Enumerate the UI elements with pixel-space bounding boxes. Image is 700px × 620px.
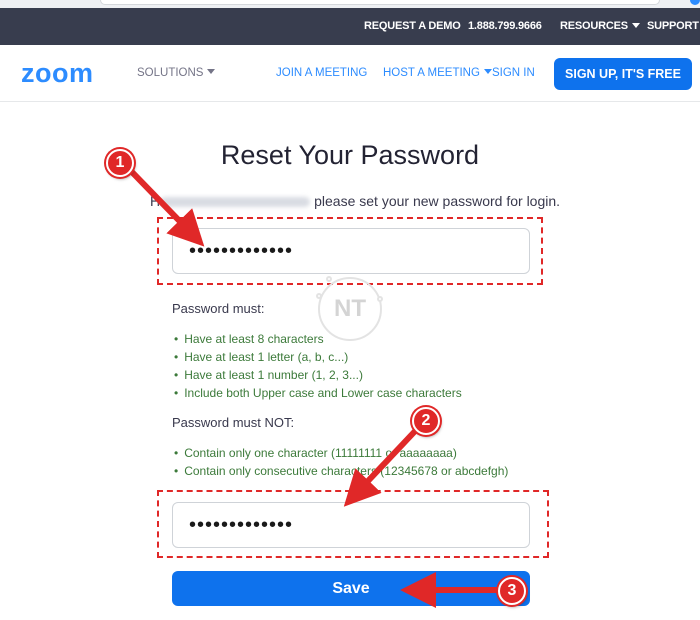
watermark-dot: [377, 296, 383, 302]
rule-item: Include both Upper case and Lower case c…: [174, 384, 462, 402]
rule-item: Contain only consecutive characters (123…: [174, 462, 508, 480]
watermark-dot: [316, 293, 322, 299]
url-field[interactable]: [100, 0, 660, 5]
intro-message: please set your new password for login.: [314, 193, 561, 209]
join-meeting-link[interactable]: JOIN A MEETING: [276, 67, 367, 79]
save-button[interactable]: Save: [172, 571, 530, 606]
nt-watermark-logo: NT: [316, 276, 383, 341]
rule-item: Have at least 1 letter (a, b, c...): [174, 348, 462, 366]
blurred-email: [160, 197, 311, 208]
page: REQUEST A DEMO 1.888.799.9666 RESOURCES …: [0, 0, 700, 620]
host-meeting-menu[interactable]: HOST A MEETING: [383, 67, 492, 79]
password-must-list: Have at least 8 characters Have at least…: [174, 330, 462, 402]
sign-in-link[interactable]: SIGN IN: [492, 67, 535, 79]
resources-menu[interactable]: RESOURCES: [560, 20, 640, 32]
chevron-down-icon: [207, 69, 216, 75]
intro-text: Hplease set your new password for login.: [150, 193, 560, 209]
main-nav: zoom SOLUTIONS JOIN A MEETING HOST A MEE…: [0, 45, 700, 102]
browser-address-bar: [0, 0, 700, 8]
confirm-password-input[interactable]: •••••••••••••: [172, 502, 530, 548]
support-link[interactable]: SUPPORT: [647, 20, 699, 32]
top-utility-bar: REQUEST A DEMO 1.888.799.9666 RESOURCES …: [0, 8, 700, 45]
host-meeting-label: HOST A MEETING: [383, 67, 480, 79]
solutions-menu[interactable]: SOLUTIONS: [137, 67, 216, 79]
password-must-not-label: Password must NOT:: [172, 415, 295, 430]
watermark-dot: [326, 276, 332, 282]
browser-profile-icon[interactable]: [690, 0, 700, 5]
chevron-down-icon: [483, 69, 492, 75]
annotation-marker-1: 1: [106, 149, 134, 177]
password-must-label: Password must:: [172, 301, 265, 316]
watermark-text: NT: [334, 295, 366, 322]
intro-prefix: H: [150, 193, 161, 209]
page-title: Reset Your Password: [220, 140, 480, 170]
zoom-logo[interactable]: zoom: [21, 58, 94, 89]
request-demo-link[interactable]: REQUEST A DEMO: [364, 20, 461, 32]
annotation-marker-3: 3: [498, 577, 526, 605]
sign-up-button[interactable]: SIGN UP, IT'S FREE: [554, 58, 692, 90]
rule-item: Have at least 1 number (1, 2, 3...): [174, 366, 462, 384]
phone-link[interactable]: 1.888.799.9666: [468, 20, 542, 32]
solutions-label: SOLUTIONS: [137, 67, 204, 79]
rule-item: Contain only one character (11111111 or …: [174, 444, 508, 462]
rule-item: Have at least 8 characters: [174, 330, 462, 348]
annotation-marker-2: 2: [412, 407, 440, 435]
resources-label: RESOURCES: [560, 20, 628, 32]
chevron-down-icon: [631, 22, 640, 28]
password-must-not-list: Contain only one character (11111111 or …: [174, 444, 508, 480]
new-password-input[interactable]: •••••••••••••: [172, 228, 530, 274]
